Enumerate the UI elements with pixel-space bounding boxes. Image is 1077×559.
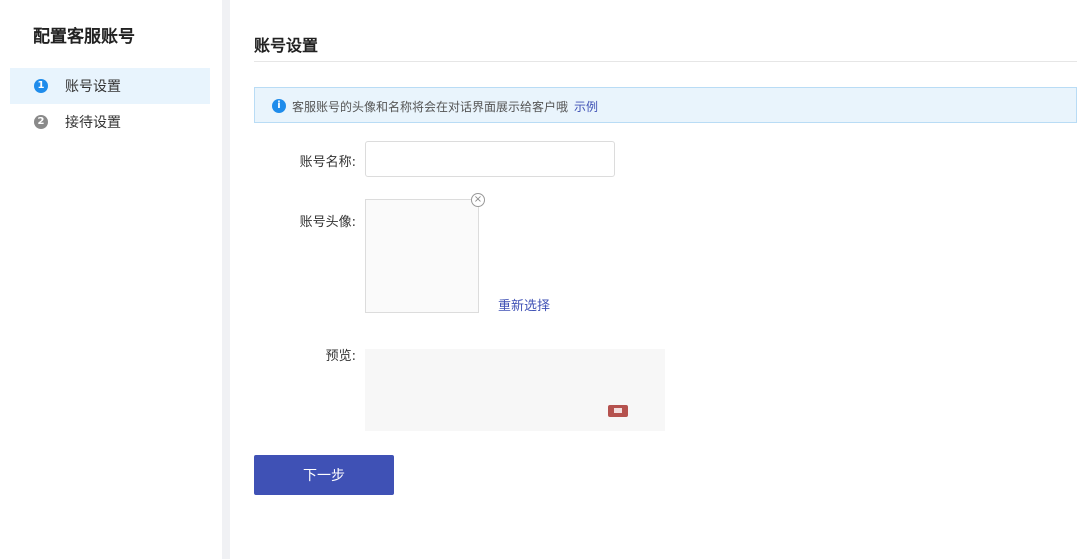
account-avatar-label: 账号头像: (299, 215, 356, 230)
page-title: 账号设置 (254, 36, 319, 55)
example-link[interactable]: 示例 (574, 100, 598, 114)
avatar-upload-box[interactable] (365, 199, 479, 313)
next-step-button[interactable]: 下一步 (254, 455, 394, 495)
account-name-input[interactable] (365, 141, 615, 177)
step-1-badge: 1 (34, 79, 48, 93)
title-divider (254, 61, 1077, 62)
info-icon: i (272, 99, 286, 113)
sidebar: 配置客服账号 1 账号设置 2 接待设置 (0, 0, 222, 559)
info-notice: i 客服账号的头像和名称将会在对话界面展示给客户哦 示例 (254, 87, 1077, 123)
sidebar-item-reception-settings[interactable]: 2 接待设置 (10, 104, 210, 140)
sidebar-item-label: 接待设置 (65, 115, 121, 131)
close-icon[interactable]: × (471, 193, 485, 207)
notice-message: 客服账号的头像和名称将会在对话界面展示给客户哦 (292, 100, 569, 114)
reselect-link[interactable]: 重新选择 (498, 295, 550, 314)
preview-avatar-icon (608, 405, 628, 417)
sidebar-title: 配置客服账号 (33, 27, 135, 47)
preview-label: 预览: (325, 349, 356, 364)
account-name-label: 账号名称: (299, 155, 356, 170)
step-2-badge: 2 (34, 115, 48, 129)
panel-divider (222, 0, 230, 559)
notice-text: 客服账号的头像和名称将会在对话界面展示给客户哦 示例 (292, 98, 598, 115)
sidebar-item-account-settings[interactable]: 1 账号设置 (10, 68, 210, 104)
sidebar-item-label: 账号设置 (65, 79, 121, 95)
preview-area (365, 349, 665, 431)
